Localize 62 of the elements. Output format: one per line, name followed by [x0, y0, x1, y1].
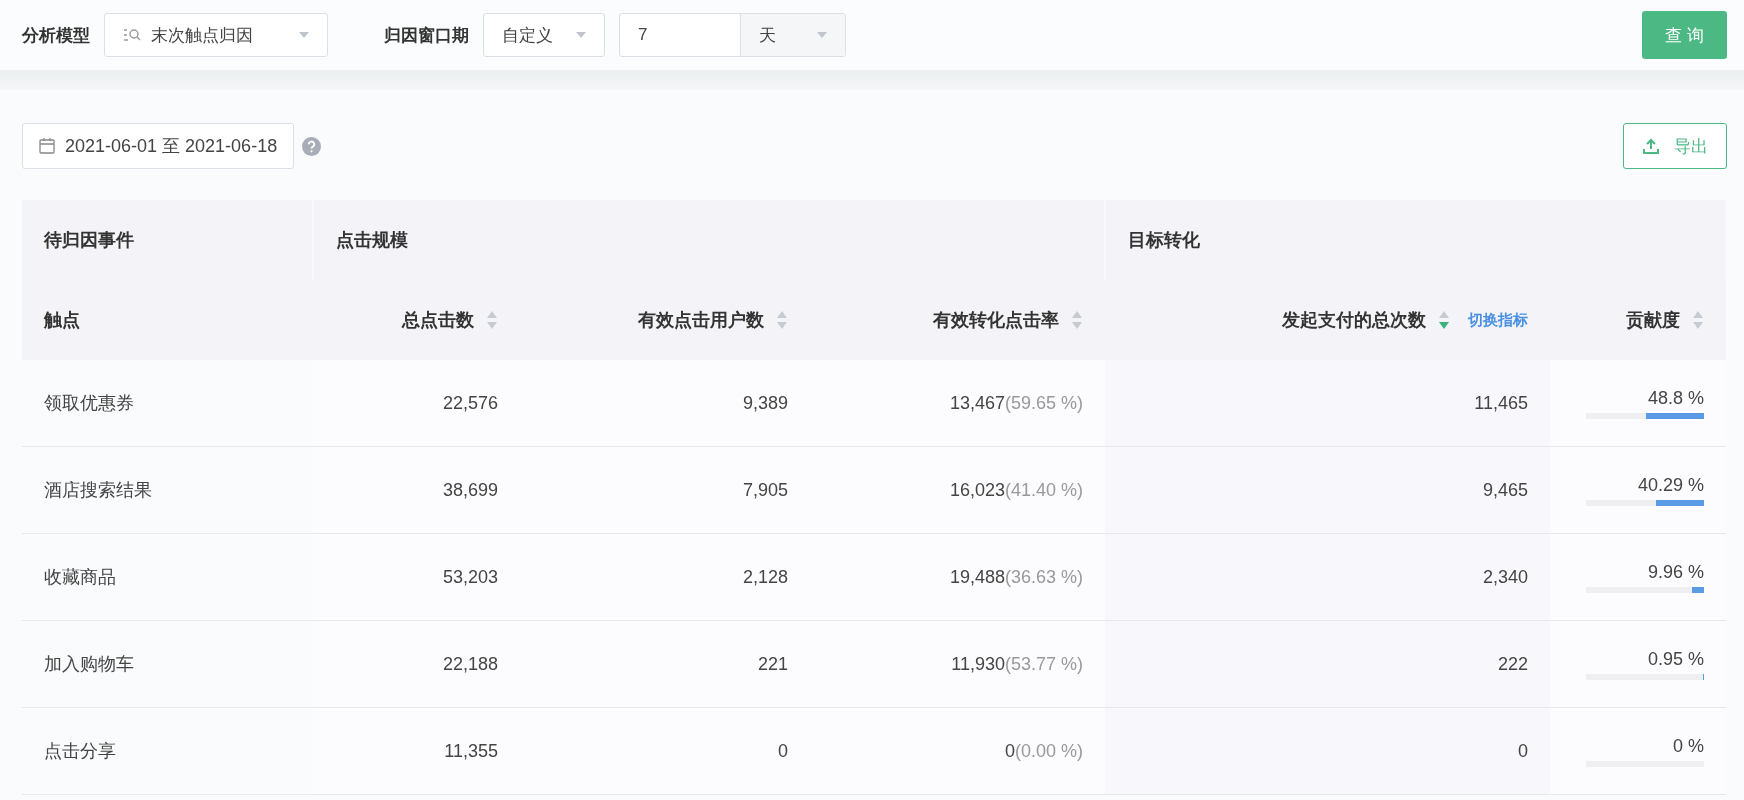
column-header: 总点击数: [402, 309, 474, 332]
help-icon[interactable]: [302, 136, 322, 156]
table-cell: 0: [1518, 740, 1528, 761]
column-group-header: 待归因事件: [44, 230, 134, 250]
caret-icon: [299, 32, 309, 38]
table-cell: 38,699: [442, 479, 498, 500]
window-label: 归因窗口期: [384, 24, 469, 47]
sort-icon[interactable]: [1692, 310, 1704, 330]
touchpoint-cell: 酒店搜索结果: [44, 480, 152, 500]
table-cell: 2,340: [1482, 566, 1528, 587]
table-cell: 22,188: [442, 653, 498, 674]
touchpoint-cell: 点击分享: [44, 741, 116, 761]
table-cell: 222: [1497, 653, 1528, 674]
touchpoint-cell: 领取优惠券: [44, 393, 134, 413]
days-field[interactable]: 7 天: [619, 13, 846, 57]
conversion-rate: (36.63 %): [1004, 566, 1083, 587]
conversion-rate: (41.40 %): [1004, 479, 1083, 500]
column-group-header: 目标转化: [1128, 230, 1200, 250]
column-header: 有效转化点击率: [933, 309, 1059, 332]
conversion-count: 0: [1003, 740, 1015, 762]
conversion-rate: (53.77 %): [1004, 653, 1083, 674]
contribution-value: 48.8 %: [1647, 387, 1704, 409]
date-range-picker[interactable]: 2021-06-01 至 2021-06-18: [22, 123, 295, 169]
search-icon: [123, 27, 141, 43]
column-header: 发起支付的总次数: [1282, 309, 1426, 332]
contribution-value: 0.95 %: [1647, 648, 1704, 670]
table-cell: 0: [778, 740, 788, 761]
window-select[interactable]: 自定义: [483, 13, 605, 57]
table-cell: 11,355: [444, 740, 498, 761]
model-select[interactable]: 末次触点归因: [104, 13, 328, 57]
caret-icon: [576, 32, 586, 38]
table-cell: 11,465: [1474, 392, 1528, 413]
model-label: 分析模型: [22, 24, 90, 47]
conversion-count: 16,023: [948, 479, 1005, 501]
sort-icon[interactable]: [1438, 310, 1450, 330]
column-group-header: 点击规模: [336, 230, 408, 250]
conversion-count: 13,467: [948, 392, 1005, 414]
table-cell: 7,905: [742, 479, 788, 500]
contribution-value: 40.29 %: [1637, 474, 1704, 496]
sort-icon[interactable]: [776, 310, 788, 330]
table-cell: 9,389: [742, 392, 788, 413]
touchpoint-cell: 收藏商品: [44, 567, 116, 587]
table-cell: 53,203: [442, 566, 498, 587]
contribution-value: 9.96 %: [1647, 561, 1704, 583]
upload-icon: [1642, 138, 1660, 154]
contribution-value: 0 %: [1672, 735, 1704, 757]
table-cell: 9,465: [1482, 479, 1528, 500]
column-header: 有效点击用户数: [638, 309, 764, 332]
column-header: 贡献度: [1626, 309, 1680, 332]
calendar-icon: [39, 138, 55, 154]
sort-icon[interactable]: [1071, 310, 1083, 330]
conversion-rate: (0.00 %): [1015, 740, 1083, 761]
touchpoint-cell: 加入购物车: [44, 654, 134, 674]
caret-icon: [817, 32, 827, 38]
table-cell: 221: [757, 653, 788, 674]
sort-icon[interactable]: [486, 310, 498, 330]
conversion-count: 19,488: [948, 566, 1005, 588]
table-cell: 2,128: [742, 566, 788, 587]
conversion-rate: (59.65 %): [1004, 392, 1083, 413]
conversion-count: 11,930: [950, 653, 1005, 675]
table-cell: 22,576: [442, 392, 498, 413]
column-header: 触点: [44, 309, 80, 332]
